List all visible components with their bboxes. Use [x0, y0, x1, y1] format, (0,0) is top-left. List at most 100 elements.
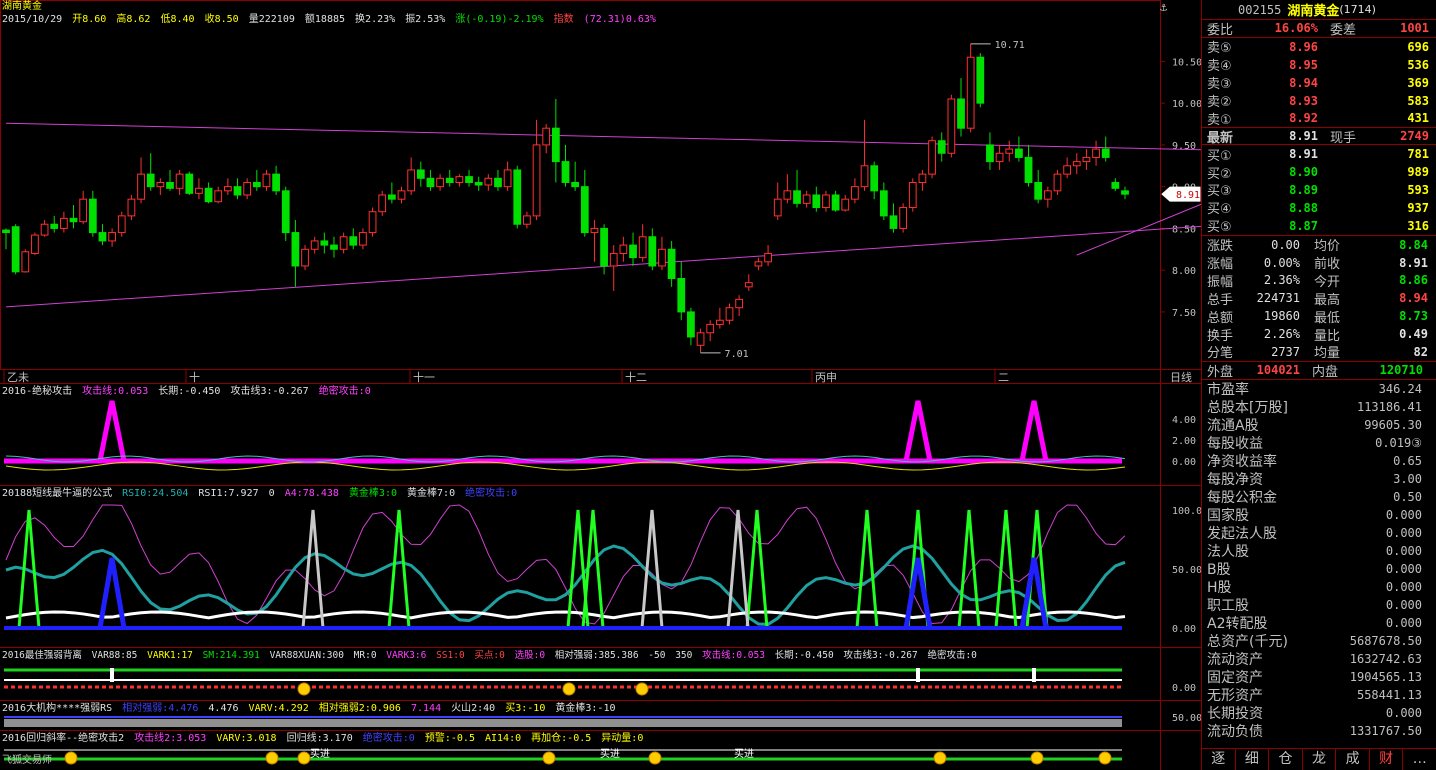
candle-body — [50, 223, 59, 229]
candle-body — [195, 187, 203, 194]
panel-tab-0[interactable]: 逐 — [1202, 749, 1236, 770]
fundamental-value: 0.000 — [1385, 561, 1422, 576]
stat-label: 前收 — [1314, 257, 1341, 273]
panel-tab-4[interactable]: 成 — [1336, 749, 1370, 770]
buy-order-price: 8.88 — [1289, 200, 1318, 215]
candle-body — [638, 236, 647, 259]
panel-tab-5[interactable]: 财 — [1370, 749, 1404, 770]
buy-order-1[interactable]: 买① 8.91 781 — [1202, 145, 1436, 164]
fundamental-row: 市盈率 346.24 — [1202, 380, 1436, 398]
chart-area[interactable]: 10.5010.009.509.008.508.007.508.9110.717… — [0, 0, 1201, 770]
candle-body — [127, 198, 136, 217]
candle-body — [1101, 148, 1110, 158]
candle-body — [436, 177, 444, 188]
ind2-spike-green — [994, 509, 1018, 629]
sell-order-1[interactable]: 卖⑤ 8.96 696 — [1202, 38, 1436, 57]
weibi-row: 委比 16.06% 委差 1001 — [1202, 20, 1436, 38]
fundamental-row: 流动资产 1632742.63 — [1202, 650, 1436, 668]
stat-label: 总额 — [1207, 310, 1234, 326]
panel-tab-1[interactable]: 细 — [1236, 749, 1270, 770]
fundamental-row: A2转配股 0.000 — [1202, 614, 1436, 632]
candle-body — [175, 173, 184, 189]
ind5-buy-marker: 买进 — [600, 748, 620, 760]
sell-order-volume: 536 — [1407, 57, 1429, 72]
stat-row: 分笔 2737 均量 82 — [1202, 343, 1436, 362]
fundamental-value: 0.000 — [1385, 579, 1422, 594]
fundamental-value: 0.000 — [1385, 615, 1422, 630]
ind3-tick-label: 0.00 — [1172, 683, 1196, 694]
stat-row: 涨跌 0.00 均价 8.84 — [1202, 236, 1436, 255]
fundamental-row: 流通A股 99605.30 — [1202, 416, 1436, 434]
fundamental-value: 3.00 — [1393, 471, 1422, 486]
sell-order-3[interactable]: 卖③ 8.94 369 — [1202, 74, 1436, 93]
candle-body — [1005, 148, 1014, 154]
ind1-tick-label: 0.00 — [1172, 457, 1196, 468]
candle-body — [947, 98, 956, 154]
stat-label: 振幅 — [1207, 274, 1234, 290]
time-label: 乙未 — [7, 371, 29, 384]
ind4-tick-label: 50.00 — [1172, 713, 1201, 724]
candle-body — [812, 194, 821, 209]
buy-order-2[interactable]: 买② 8.90 989 — [1202, 163, 1436, 182]
fundamental-label: 流动负债 — [1207, 723, 1263, 740]
candle-body — [629, 244, 637, 259]
candle-body — [658, 248, 666, 267]
candle-body — [1072, 161, 1081, 167]
fundamental-row: 发起法人股 0.000 — [1202, 524, 1436, 542]
panel-tab-3[interactable]: 龙 — [1303, 749, 1337, 770]
candle-body — [397, 190, 406, 200]
sell-order-5[interactable]: 卖① 8.92 431 — [1202, 109, 1436, 128]
candle-body — [60, 217, 68, 229]
fundamental-label: 流动资产 — [1207, 651, 1263, 668]
waipan-neipan-row: 外盘 104021 内盘 120710 — [1202, 362, 1436, 380]
sell-order-4[interactable]: 卖② 8.93 583 — [1202, 92, 1436, 111]
candle-body — [937, 140, 946, 154]
panel-tab-2[interactable]: 仓 — [1269, 749, 1303, 770]
fundamental-label: 法人股 — [1207, 543, 1249, 560]
sell-order-label: 卖② — [1207, 95, 1232, 111]
fundamental-row: B股 0.000 — [1202, 560, 1436, 578]
stat-row: 换手 2.26% 量比 0.49 — [1202, 325, 1436, 344]
price-panel-frame — [0, 0, 1161, 370]
candle-body — [754, 261, 763, 267]
candle-body — [966, 56, 975, 129]
fundamental-row: 无形资产 558441.13 — [1202, 686, 1436, 704]
buy-order-5[interactable]: 买⑤ 8.87 316 — [1202, 217, 1436, 236]
fundamental-value: 1632742.63 — [1349, 651, 1422, 666]
fundamental-row: 总资产(千元) 5687678.50 — [1202, 632, 1436, 650]
sell-order-price: 8.96 — [1289, 39, 1318, 54]
fundamental-row: 每股收益 0.019③ — [1202, 434, 1436, 452]
sell-order-volume: 369 — [1407, 75, 1429, 90]
indicator4-header: 2016大机构****强弱RS 相对强弱:4.476 4.476 VARV:4.… — [2, 703, 616, 714]
time-label: 十一 — [413, 370, 435, 384]
candle-body — [426, 177, 435, 188]
candle-body — [860, 165, 869, 188]
panel-tab-6[interactable]: … — [1403, 749, 1436, 770]
stat-label: 均量 — [1314, 346, 1341, 362]
buy-order-3[interactable]: 买③ 8.89 593 — [1202, 181, 1436, 200]
candle-body — [233, 186, 242, 196]
fundamental-value: 1331767.50 — [1349, 723, 1422, 738]
buy-order-volume: 937 — [1407, 200, 1429, 215]
candle-body — [841, 198, 850, 211]
stat-value: 0.00 — [1271, 237, 1300, 252]
quote-title: 002155 湖南黄金 (1714) — [1202, 0, 1436, 20]
candle-body — [108, 232, 116, 242]
stat-value: 2.26% — [1263, 327, 1300, 342]
candle-body — [146, 173, 155, 188]
anchor-icon: ⚓ — [1160, 0, 1168, 14]
buy-orders: 买① 8.91 781 买② 8.90 989 买③ 8.89 593 买④ 8.88 937 买⑤ 8.… — [1202, 145, 1436, 236]
candle-body — [262, 173, 271, 188]
current-price-label: 8.91 — [1176, 190, 1200, 201]
sell-order-2[interactable]: 卖④ 8.95 536 — [1202, 56, 1436, 75]
quote-panel: 002155 湖南黄金 (1714) 委比 16.06% 委差 1001 卖⑤ 8… — [1201, 0, 1436, 770]
ind2-tick-label: 100.00 — [1172, 506, 1201, 517]
ind3-bar — [916, 668, 920, 682]
buy-order-price: 8.89 — [1289, 182, 1318, 197]
candle-body — [166, 181, 174, 189]
candle-body — [590, 227, 599, 234]
candle-body — [561, 161, 570, 183]
buy-order-4[interactable]: 买④ 8.88 937 — [1202, 199, 1436, 218]
ohlc-header: 2015/10/29 开8.60 高8.62 低8.40 收8.50 量2221… — [2, 14, 656, 25]
price-tick-label: 7.50 — [1172, 308, 1196, 319]
